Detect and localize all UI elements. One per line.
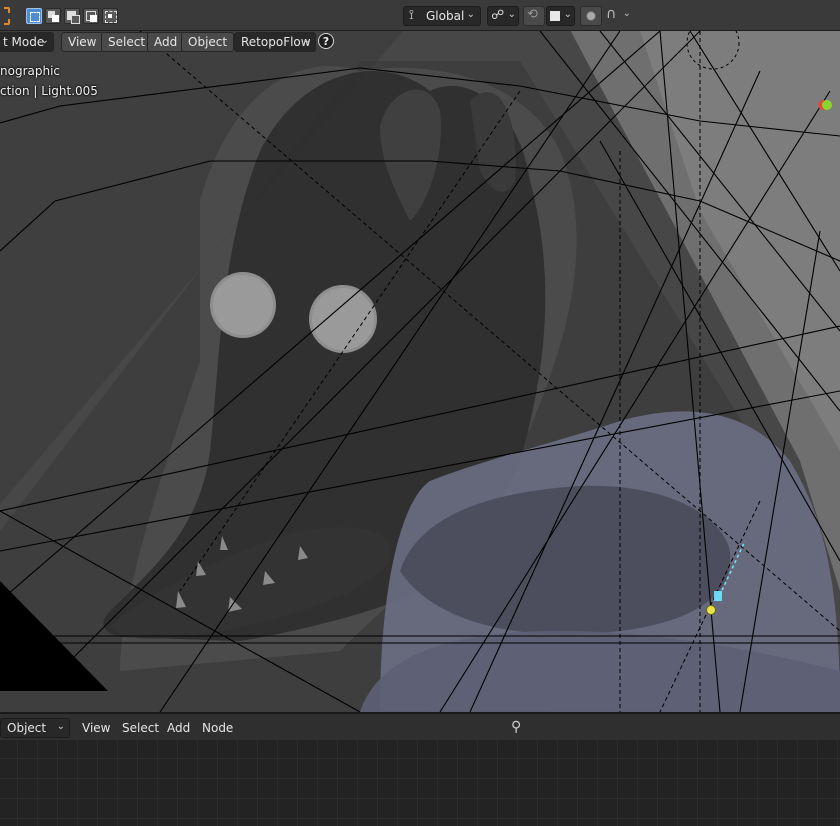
- orientation-label: Global: [426, 9, 465, 23]
- menu-add-label: Add: [154, 35, 178, 49]
- falloff-dropdown[interactable]: ∩ ⌄: [603, 6, 633, 26]
- chevron-down-icon: ⌄: [507, 9, 516, 20]
- extend-icon[interactable]: [45, 8, 61, 24]
- orientation-icon: ⟟: [409, 8, 414, 23]
- select-box-icon[interactable]: [26, 8, 42, 24]
- node-menu-node-label: Node: [202, 721, 234, 735]
- node-menu-node[interactable]: Node: [202, 719, 233, 737]
- chevron-down-icon: ⌄: [56, 721, 65, 732]
- mode-label: t Mode: [3, 35, 45, 49]
- pivot-dropdown[interactable]: ☍ ⌄: [487, 6, 519, 26]
- menu-object[interactable]: Object: [181, 32, 235, 52]
- proportional-icon: [586, 11, 596, 21]
- link-icon: ☍: [491, 8, 505, 23]
- menu-add[interactable]: Add: [147, 32, 185, 52]
- falloff-icon: ∩: [606, 6, 617, 22]
- retopoflow-label: RetopoFlow: [241, 35, 311, 49]
- retopoflow-dropdown[interactable]: RetopoFlow ⌄: [234, 32, 316, 52]
- pin-icon[interactable]: ⚲: [511, 718, 521, 736]
- node-menu-select[interactable]: Select: [122, 719, 159, 737]
- help-icon[interactable]: ?: [318, 33, 334, 49]
- help-glyph: ?: [322, 34, 330, 48]
- proportional-edit-toggle[interactable]: [580, 6, 602, 26]
- node-editor-header: Object ⌄ View Select Add Node ⚲: [0, 712, 840, 740]
- top-toolbar: ⟟ Global ⌄ ☍ ⌄ ⟲ ⌄ ∩ ⌄: [0, 0, 840, 31]
- chevron-down-icon: ⌄: [40, 35, 49, 46]
- menu-object-label: Object: [188, 35, 228, 49]
- magnet-icon: ⟲: [527, 7, 538, 22]
- mode-icon[interactable]: [0, 7, 10, 25]
- node-editor-canvas[interactable]: [0, 740, 840, 826]
- viewport-scene: [0, 31, 840, 712]
- collection-text: ction | Light.005: [0, 84, 98, 98]
- view-name-text: nographic: [0, 64, 61, 78]
- menu-select[interactable]: Select: [101, 32, 153, 52]
- node-menu-view-label: View: [82, 721, 111, 735]
- transform-orientation-dropdown[interactable]: ⟟ Global ⌄: [403, 6, 481, 26]
- node-menu-view[interactable]: View: [82, 719, 110, 737]
- menu-view[interactable]: View: [61, 32, 104, 52]
- node-menu-select-label: Select: [122, 721, 160, 735]
- object-type-label: Object: [7, 721, 47, 735]
- chevron-down-icon: ⌄: [302, 35, 311, 46]
- chevron-down-icon: ⌄: [563, 9, 572, 20]
- intersect-icon[interactable]: [102, 8, 118, 24]
- node-menu-add[interactable]: Add: [167, 719, 190, 737]
- menu-select-label: Select: [108, 35, 146, 49]
- snap-toggle[interactable]: ⟲: [523, 6, 545, 26]
- invert-icon[interactable]: [83, 8, 99, 24]
- subtract-icon[interactable]: [64, 8, 80, 24]
- snap-element-dropdown[interactable]: ⌄: [546, 6, 575, 26]
- object-type-dropdown[interactable]: Object ⌄: [0, 718, 70, 738]
- menu-view-label: View: [68, 35, 97, 49]
- mode-dropdown[interactable]: t Mode ⌄: [0, 32, 54, 52]
- chevron-down-icon: ⌄: [466, 9, 475, 20]
- chevron-down-icon: ⌄: [622, 8, 631, 19]
- node-menu-add-label: Add: [167, 721, 191, 735]
- square-icon: [550, 11, 560, 21]
- 3d-viewport[interactable]: t Mode ⌄ View Select Add Object RetopoFl…: [0, 31, 840, 712]
